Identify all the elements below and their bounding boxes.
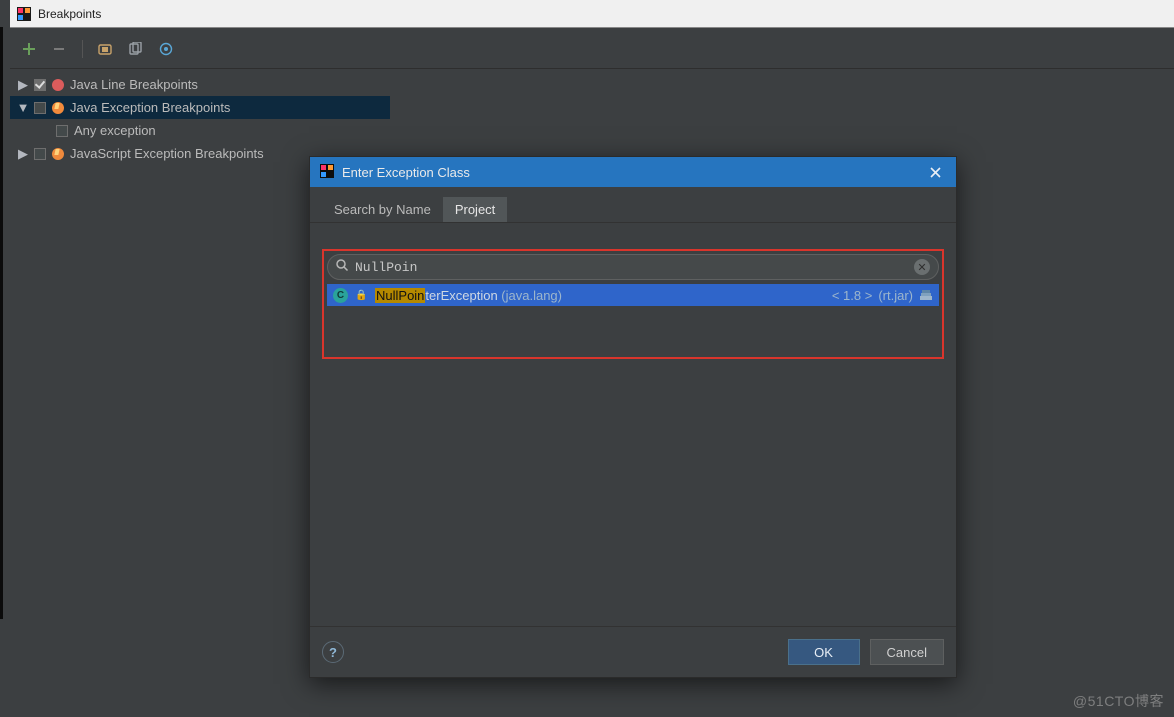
library-icon	[919, 289, 933, 301]
tab-search-by-name[interactable]: Search by Name	[322, 197, 443, 222]
result-match: NullPoin	[375, 288, 425, 303]
breakpoints-tree: ▶ Java Line Breakpoints ▼ Java Exception…	[10, 69, 390, 169]
result-jar: (rt.jar)	[878, 288, 913, 303]
close-icon[interactable]	[924, 161, 946, 183]
exception-breakpoint-icon	[52, 102, 64, 114]
help-button[interactable]: ?	[322, 641, 344, 663]
breakpoints-title: Breakpoints	[38, 7, 101, 21]
checkbox[interactable]	[34, 148, 46, 160]
ok-button[interactable]: OK	[788, 639, 860, 665]
search-input[interactable]	[355, 260, 908, 275]
editor-gutter-strip	[0, 27, 3, 619]
watermark: @51CTO博客	[1073, 691, 1164, 711]
clear-search-icon[interactable]: ✕	[914, 259, 930, 275]
checkbox[interactable]	[56, 125, 68, 137]
tab-project[interactable]: Project	[443, 197, 507, 222]
result-rest: terException	[425, 288, 497, 303]
lock-icon: 🔒	[354, 288, 369, 303]
checkbox[interactable]	[34, 79, 46, 91]
dialog-titlebar[interactable]: Enter Exception Class	[310, 157, 956, 187]
tree-label: Java Line Breakpoints	[70, 77, 198, 92]
result-package: (java.lang)	[498, 288, 562, 303]
add-breakpoint-button[interactable]	[20, 40, 38, 58]
collapse-arrow-icon[interactable]: ▼	[18, 100, 28, 115]
breakpoint-icon	[52, 79, 64, 91]
dialog-tabs: Search by Name Project	[310, 187, 956, 223]
checkbox[interactable]	[34, 102, 46, 114]
toolbar-separator	[82, 40, 83, 58]
tree-row-java-exception[interactable]: ▼ Java Exception Breakpoints	[10, 96, 390, 119]
enter-exception-class-dialog: Enter Exception Class Search by Name Pro…	[309, 156, 957, 678]
group-by-class-button[interactable]	[157, 40, 175, 58]
group-by-package-button[interactable]	[97, 40, 115, 58]
tree-label: Any exception	[74, 123, 156, 138]
class-icon: C	[333, 288, 348, 303]
dialog-title: Enter Exception Class	[342, 165, 916, 180]
tree-row-java-line[interactable]: ▶ Java Line Breakpoints	[10, 73, 390, 96]
result-jdk: < 1.8 >	[832, 288, 872, 303]
breakpoints-toolbar	[10, 36, 1174, 69]
tree-row-any-exception[interactable]: Any exception	[10, 119, 390, 142]
result-row-nullpointerexception[interactable]: C 🔒 NullPointerException (java.lang) < 1…	[327, 284, 939, 306]
search-field[interactable]: ✕	[327, 254, 939, 280]
remove-breakpoint-button[interactable]	[50, 40, 68, 58]
search-results: C 🔒 NullPointerException (java.lang) < 1…	[327, 284, 939, 354]
dialog-footer: ? OK Cancel	[310, 626, 956, 677]
tree-label: Java Exception Breakpoints	[70, 100, 230, 115]
breakpoints-titlebar[interactable]: Breakpoints	[10, 0, 1174, 28]
tree-label: JavaScript Exception Breakpoints	[70, 146, 264, 161]
search-area: ✕ C 🔒 NullPointerException (java.lang) <…	[310, 223, 956, 359]
intellij-icon	[16, 6, 32, 22]
expand-arrow-icon[interactable]: ▶	[18, 77, 28, 93]
cancel-button[interactable]: Cancel	[870, 639, 944, 665]
result-location: < 1.8 > (rt.jar)	[832, 288, 933, 303]
intellij-icon	[320, 164, 334, 181]
expand-arrow-icon[interactable]: ▶	[18, 146, 28, 162]
search-icon	[336, 259, 349, 275]
annotation-highlight-box: ✕ C 🔒 NullPointerException (java.lang) <…	[322, 249, 944, 359]
result-name: NullPointerException (java.lang)	[375, 288, 562, 303]
group-by-file-button[interactable]	[127, 40, 145, 58]
exception-breakpoint-icon	[52, 148, 64, 160]
